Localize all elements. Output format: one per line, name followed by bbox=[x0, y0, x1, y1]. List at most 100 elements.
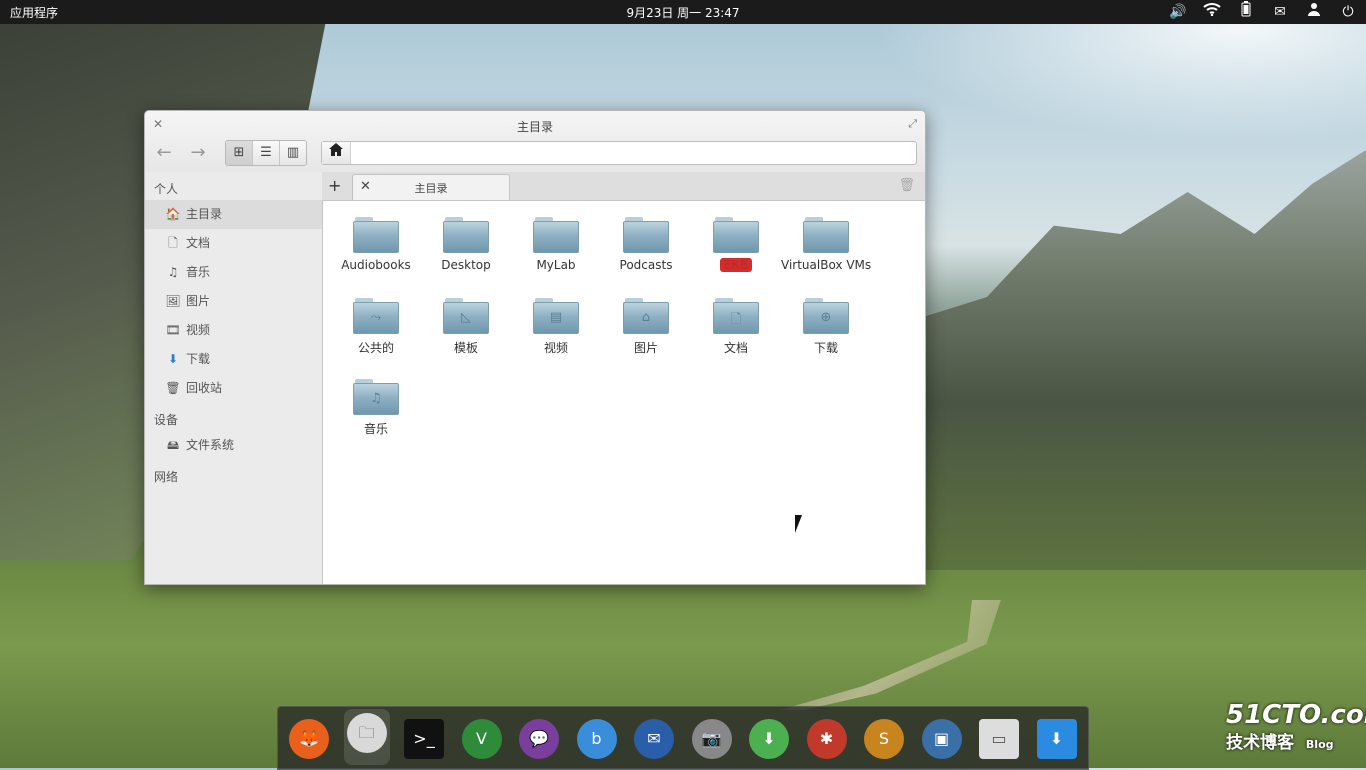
window-title: 主目录 bbox=[516, 120, 553, 134]
folder-item[interactable]: ▤ 视频 bbox=[511, 296, 601, 377]
folder-item[interactable]: ⤳ 公共的 bbox=[331, 296, 421, 377]
tab-home[interactable]: ✕ 主目录 bbox=[352, 174, 510, 200]
power-icon[interactable]: ⏻ bbox=[1338, 2, 1358, 22]
sidebar-item[interactable]: 🎞 视频 bbox=[145, 316, 322, 345]
sidebar-item-label: 主目录 bbox=[186, 207, 223, 221]
folder-icon bbox=[533, 215, 579, 253]
forward-button[interactable]: → bbox=[185, 141, 211, 165]
download-icon: ⬇ bbox=[167, 352, 179, 366]
sidebar-section-header[interactable]: 设备 bbox=[145, 403, 322, 431]
column-view-button[interactable]: ▥ bbox=[280, 141, 306, 165]
trash-icon: 🗑 bbox=[165, 381, 181, 395]
folder-item[interactable]: ⌂ 图片 bbox=[601, 296, 691, 377]
icon-view-button[interactable]: ⊞ bbox=[226, 141, 253, 165]
folder-name: Podcasts bbox=[619, 258, 673, 272]
terminal-glyph: >_ bbox=[404, 719, 444, 759]
sidebar-item-label: 文件系统 bbox=[186, 438, 235, 452]
sidebar-item[interactable]: 🖼 图片 bbox=[145, 287, 322, 316]
workspace-switcher-glyph: ▭ bbox=[979, 719, 1019, 759]
clock[interactable]: 9月23日 周一 23:47 bbox=[0, 4, 1366, 21]
music-icon: ♫ bbox=[167, 265, 179, 279]
vim-glyph: V bbox=[461, 719, 502, 759]
folder-icon bbox=[713, 215, 759, 253]
folder-name: 图片 bbox=[633, 341, 658, 355]
folder-icon: ⤳ bbox=[353, 296, 399, 334]
mail-icon[interactable]: ✉ bbox=[1270, 2, 1290, 22]
sidebar-item[interactable]: 🏠 主目录 bbox=[145, 200, 322, 229]
web-icon[interactable]: ✱ bbox=[804, 715, 850, 761]
new-tab-button[interactable]: + bbox=[328, 176, 341, 195]
folder-icon: 🗋 bbox=[713, 296, 759, 334]
list-view-button[interactable]: ☰ bbox=[253, 141, 280, 165]
breadcrumb-home[interactable] bbox=[322, 142, 351, 164]
back-button[interactable]: ← bbox=[151, 141, 177, 165]
columns-icon: ▥ bbox=[286, 145, 300, 160]
mouse-cursor bbox=[795, 515, 802, 533]
wallpaper-mountain-right bbox=[920, 150, 1366, 570]
system-tray: 🔊 ✉ ⏻ bbox=[1168, 1, 1358, 23]
folder-item[interactable]: Podcasts bbox=[601, 215, 691, 296]
virtualbox-icon[interactable]: ▣ bbox=[919, 715, 965, 761]
trash-icon[interactable]: 🗑 bbox=[898, 178, 915, 193]
folder-name: 模板 bbox=[453, 341, 478, 355]
camera-icon[interactable]: 📷 bbox=[689, 715, 735, 761]
vim-icon[interactable]: V bbox=[459, 715, 505, 761]
sidebar-section-header[interactable]: 网络 bbox=[145, 460, 322, 488]
sidebar-item[interactable]: 🗑 回收站 bbox=[145, 374, 322, 403]
watermark: 51CTO.com 技术博客 Blog bbox=[1226, 700, 1366, 753]
folder-item[interactable]: ♫ 音乐 bbox=[331, 377, 421, 458]
folder-item[interactable]: Audiobooks bbox=[331, 215, 421, 296]
location-bar[interactable] bbox=[321, 141, 917, 165]
tab-bar: + ✕ 主目录 🗑 bbox=[322, 172, 925, 201]
firefox-icon[interactable]: 🦊 bbox=[286, 715, 332, 761]
bluefish-icon[interactable]: b bbox=[574, 715, 620, 761]
pidgin-icon[interactable]: 💬 bbox=[516, 715, 562, 761]
folder-name: ЕКВ bbox=[719, 258, 753, 272]
thunderbird-icon[interactable]: ✉ bbox=[631, 715, 677, 761]
sidebar-item[interactable]: ♫ 音乐 bbox=[145, 258, 322, 287]
top-panel: 应用程序 9月23日 周一 23:47 🔊 ✉ ⏻ bbox=[0, 0, 1366, 24]
scratch-icon[interactable]: S bbox=[861, 715, 907, 761]
folder-item[interactable]: Desktop bbox=[421, 215, 511, 296]
folder-item[interactable]: VirtualBox VMs bbox=[781, 215, 871, 296]
thunderbird-glyph: ✉ bbox=[634, 719, 674, 759]
terminal-icon[interactable]: >_ bbox=[401, 715, 447, 761]
sidebar-item-label: 音乐 bbox=[186, 265, 211, 279]
files-icon[interactable]: 🗀 bbox=[343, 709, 390, 765]
watermark-line1: 51CTO.com bbox=[1226, 700, 1366, 730]
watermark-line2: 技术博客 Blog bbox=[1226, 728, 1366, 753]
dock: 🦊 🗀 >_ V 💬 b ✉ 📷 ⬇ ✱ S ▣ ▭ ⬇ bbox=[277, 706, 1089, 770]
download-manager-icon[interactable]: ⬇ bbox=[1034, 715, 1080, 761]
installer-icon[interactable]: ⬇ bbox=[746, 715, 792, 761]
folder-item[interactable]: MyLab bbox=[511, 215, 601, 296]
file-view[interactable]: Audiobooks Desktop MyLab Podcasts ЕКВ Virtual… bbox=[323, 201, 925, 584]
folder-item[interactable]: ◺ 模板 bbox=[421, 296, 511, 377]
folder-name: 公共的 bbox=[357, 341, 394, 355]
files-glyph: 🗀 bbox=[346, 713, 387, 753]
wallpaper-path bbox=[780, 600, 1001, 710]
virtualbox-glyph: ▣ bbox=[921, 719, 962, 759]
pidgin-glyph: 💬 bbox=[519, 719, 559, 759]
sidebar-item-label: 回收站 bbox=[186, 381, 223, 395]
sidebar-item[interactable]: 🗋 文档 bbox=[145, 229, 322, 258]
sidebar-item-label: 视频 bbox=[186, 323, 211, 337]
download-manager-glyph: ⬇ bbox=[1036, 719, 1077, 759]
bluefish-glyph: b bbox=[576, 719, 617, 759]
sidebar-item[interactable]: ⬇ 下载 bbox=[145, 345, 322, 374]
harddisk-icon: 🖴 bbox=[166, 438, 180, 452]
wifi-icon[interactable] bbox=[1202, 2, 1222, 22]
grid-icon: ⊞ bbox=[233, 145, 245, 160]
volume-icon[interactable]: 🔊 bbox=[1168, 2, 1188, 22]
sidebar-item[interactable]: 🖴 文件系统 bbox=[145, 431, 322, 460]
sidebar-section-header[interactable]: 个人 bbox=[145, 172, 322, 200]
pictures-icon: 🖼 bbox=[165, 294, 181, 308]
camera-glyph: 📷 bbox=[691, 719, 732, 759]
watermark-line2-text: 技术博客 bbox=[1226, 733, 1294, 753]
folder-item[interactable]: ЕКВ bbox=[691, 215, 781, 296]
battery-icon[interactable] bbox=[1236, 1, 1256, 23]
folder-item[interactable]: 🗋 文档 bbox=[691, 296, 781, 377]
folder-item[interactable]: ⊕ 下载 bbox=[781, 296, 871, 377]
workspace-switcher-icon[interactable]: ▭ bbox=[976, 715, 1022, 761]
user-icon[interactable] bbox=[1304, 2, 1324, 22]
maximize-icon[interactable]: ⤢ bbox=[908, 117, 917, 131]
